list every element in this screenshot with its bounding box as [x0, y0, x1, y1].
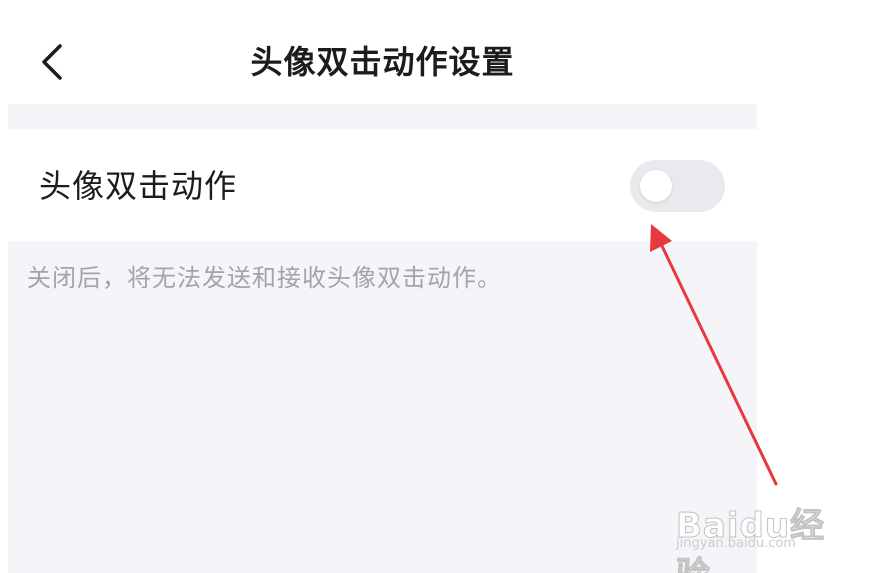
hint-section: 关闭后，将无法发送和接收头像双击动作。	[8, 241, 757, 573]
section-divider	[8, 104, 757, 129]
avatar-double-tap-toggle[interactable]	[630, 160, 725, 212]
page-title: 头像双击动作设置	[250, 43, 515, 81]
screenshot-page: 头像双击动作设置 头像双击动作 关闭后，将无法发送和接收头像双击动作。 Baid…	[0, 0, 880, 573]
settings-screen: 头像双击动作设置 头像双击动作 关闭后，将无法发送和接收头像双击动作。	[8, 0, 757, 573]
navigation-bar: 头像双击动作设置	[8, 0, 757, 104]
hint-text: 关闭后，将无法发送和接收头像双击动作。	[27, 264, 502, 292]
setting-label: 头像双击动作	[39, 167, 238, 205]
toggle-knob	[640, 170, 672, 202]
setting-row-avatar-double-tap: 头像双击动作	[8, 129, 757, 241]
